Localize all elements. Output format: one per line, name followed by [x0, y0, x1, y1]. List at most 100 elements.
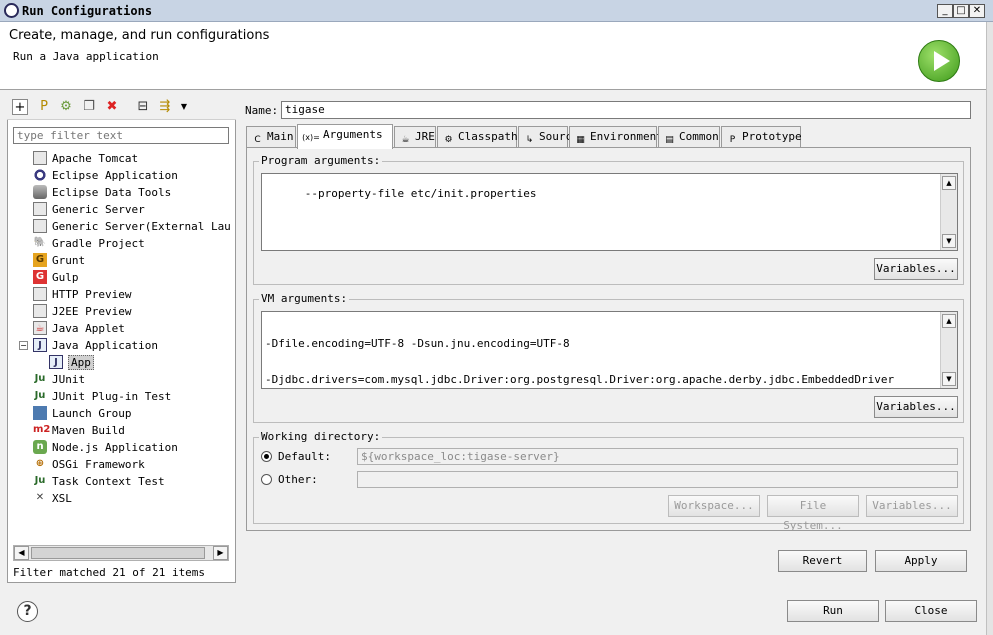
duplicate-icon[interactable]: ❐: [81, 99, 97, 115]
tree-item-label: Apache Tomcat: [52, 152, 139, 165]
scroll-up-icon[interactable]: ▲: [942, 176, 956, 190]
tree-item[interactable]: Ju JUnit: [33, 371, 230, 388]
tab-label: Prototype: [742, 130, 802, 143]
filter-status: Filter matched 21 of 21 items: [13, 566, 206, 579]
tree-expander-icon[interactable]: −: [19, 341, 28, 350]
apply-button[interactable]: Apply: [875, 550, 967, 572]
java-app-icon: J: [49, 355, 63, 369]
tree-item-label: Eclipse Data Tools: [52, 186, 172, 199]
vm-variables-button[interactable]: Variables...: [874, 396, 958, 418]
tree-horizontal-scrollbar[interactable]: ◀ ▶: [13, 545, 229, 561]
tree-item[interactable]: Ju Task Context Test: [33, 473, 230, 490]
close-button[interactable]: Close: [885, 600, 977, 622]
program-arguments-group: Program arguments: --property-file etc/i…: [253, 154, 964, 285]
scroll-thumb[interactable]: [31, 547, 205, 559]
xsl-icon: ✕: [35, 492, 45, 503]
tab-classpath[interactable]: ⚙ Classpath: [437, 126, 518, 147]
header-banner: Create, manage, and run configurations R…: [0, 22, 993, 90]
tree-item[interactable]: 🐘 Gradle Project: [33, 235, 230, 252]
scroll-down-icon[interactable]: ▼: [942, 234, 956, 248]
program-arguments-text: --property-file etc/init.properties: [304, 187, 537, 200]
tree-item[interactable]: HTTP Preview: [33, 286, 230, 303]
tree-item[interactable]: m2 Maven Build: [33, 422, 230, 439]
workspace-button[interactable]: Workspace...: [668, 495, 760, 517]
tab-prototype[interactable]: P Prototype: [721, 126, 802, 147]
default-radio[interactable]: [261, 451, 272, 462]
vm-arguments-scrollbar[interactable]: ▲ ▼: [940, 312, 957, 388]
tree-item[interactable]: J App: [49, 354, 230, 371]
tree-item[interactable]: ☕ Java Applet: [33, 320, 230, 337]
file-system-button[interactable]: File System...: [767, 495, 859, 532]
osgi-icon: ⊕: [35, 458, 45, 469]
collapse-all-icon[interactable]: ⊟: [135, 99, 151, 115]
new-configuration-icon[interactable]: +: [12, 99, 28, 115]
revert-button[interactable]: Revert: [778, 550, 867, 572]
jre-icon: ☕: [401, 135, 410, 145]
new-prototype-icon[interactable]: P: [36, 99, 52, 115]
scroll-up-icon[interactable]: ▲: [942, 314, 956, 328]
tree-item[interactable]: Generic Server: [33, 201, 230, 218]
applet-icon: ☕: [33, 321, 47, 335]
tree-item[interactable]: Launch Group: [33, 405, 230, 422]
banner-subheading: Run a Java application: [13, 50, 159, 63]
tree-item[interactable]: ✕ XSL: [33, 490, 230, 507]
tree-item-label: App: [68, 355, 94, 370]
other-label: Other:: [278, 473, 318, 486]
tree-item-label: Gradle Project: [52, 237, 145, 250]
tree-item-label: Generic Server(External Launch: [52, 220, 230, 233]
tab-common[interactable]: ▤ Common: [658, 126, 720, 147]
filter-input[interactable]: [13, 127, 229, 144]
scroll-right-icon[interactable]: ▶: [213, 546, 228, 560]
tree-item[interactable]: Eclipse Data Tools: [33, 184, 230, 201]
export-icon[interactable]: ⚙: [58, 99, 74, 115]
tree-item[interactable]: Ju JUnit Plug-in Test: [33, 388, 230, 405]
gulp-icon: G: [33, 270, 47, 284]
tree-item[interactable]: G Grunt: [33, 252, 230, 269]
junit-icon: Ju: [34, 373, 46, 384]
tree-item[interactable]: J2EE Preview: [33, 303, 230, 320]
view-menu-chevron-down-icon[interactable]: ▼: [176, 99, 192, 115]
vm-arguments-field[interactable]: -Dfile.encoding=UTF-8 -Dsun.jnu.encoding…: [261, 311, 958, 389]
database-icon: [33, 185, 47, 199]
filter-configurations-icon[interactable]: ⇶: [157, 99, 173, 115]
document-icon: [33, 219, 47, 233]
program-arguments-field[interactable]: --property-file etc/init.properties ▲ ▼: [261, 173, 958, 251]
tab-main[interactable]: C Main: [246, 126, 296, 147]
name-label: Name:: [245, 104, 279, 117]
tree-item[interactable]: ⊕ OSGi Framework: [33, 456, 230, 473]
scroll-left-icon[interactable]: ◀: [14, 546, 29, 560]
tree-item-label: Maven Build: [52, 424, 125, 437]
tree-item[interactable]: Eclipse Application: [33, 167, 230, 184]
working-variables-button[interactable]: Variables...: [866, 495, 958, 517]
tab-arguments[interactable]: (x)= Arguments: [297, 124, 393, 149]
close-window-button[interactable]: ✕: [969, 4, 985, 18]
tree-item[interactable]: G Gulp: [33, 269, 230, 286]
delete-icon[interactable]: ✖: [104, 99, 120, 115]
junit-icon: Ju: [34, 390, 46, 401]
junit-icon: Ju: [34, 475, 46, 486]
scroll-down-icon[interactable]: ▼: [942, 372, 956, 386]
tab-source[interactable]: ↳ Source: [518, 126, 579, 147]
program-arguments-scrollbar[interactable]: ▲ ▼: [940, 174, 957, 250]
program-variables-button[interactable]: Variables...: [874, 258, 958, 280]
minimize-button[interactable]: _: [937, 4, 953, 18]
tree-item-label: XSL: [52, 492, 72, 505]
run-button[interactable]: Run: [787, 600, 879, 622]
other-radio[interactable]: [261, 474, 272, 485]
common-icon: ▤: [665, 135, 674, 145]
help-icon[interactable]: ?: [17, 601, 38, 622]
tab-jre[interactable]: ☕ JRE: [394, 126, 436, 147]
working-directory-label: Working directory:: [259, 430, 383, 443]
name-input[interactable]: tigase: [281, 101, 971, 119]
tree-item[interactable]: J Java Application: [33, 337, 230, 354]
tree-item-label: J2EE Preview: [52, 305, 132, 318]
tab-environment[interactable]: ▦ Environment: [569, 126, 663, 147]
tree-item[interactable]: Apache Tomcat: [33, 150, 230, 167]
maximize-button[interactable]: □: [953, 4, 969, 18]
window-right-edge: [986, 22, 993, 635]
tree-item[interactable]: n Node.js Application: [33, 439, 230, 456]
tree-item[interactable]: Generic Server(External Launch: [33, 218, 230, 235]
tree-item-label: Java Applet: [52, 322, 125, 335]
tab-label: JRE: [415, 130, 435, 143]
tab-label: Common: [679, 130, 719, 143]
